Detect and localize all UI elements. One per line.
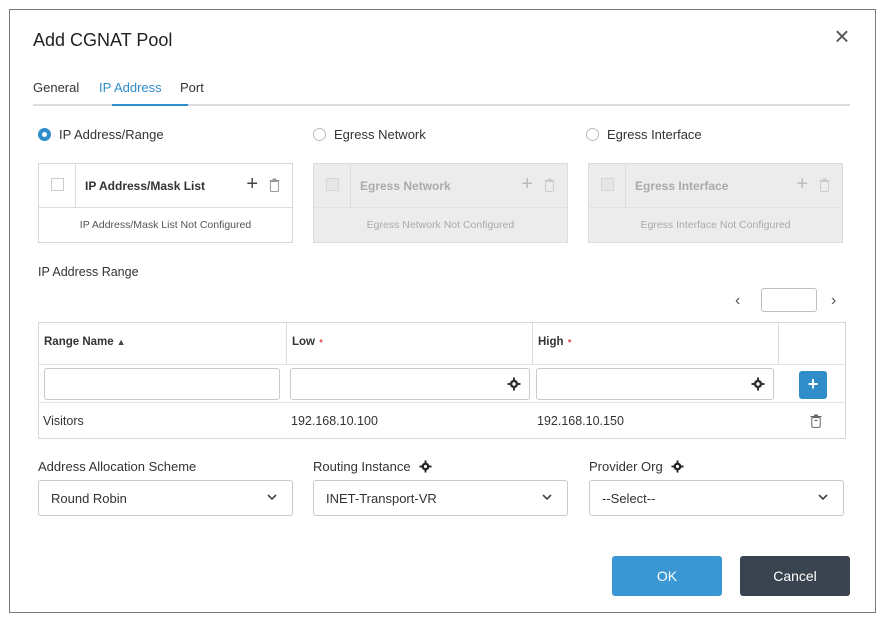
field-label-text: Provider Org <box>589 459 663 474</box>
chevron-down-icon <box>267 494 277 501</box>
gear-icon[interactable] <box>507 377 521 391</box>
radio-egress-interface[interactable]: Egress Interface <box>586 127 702 142</box>
close-icon[interactable]: × <box>830 23 854 49</box>
divider <box>75 164 76 208</box>
gear-icon[interactable] <box>419 460 432 473</box>
trash-icon[interactable] <box>269 178 280 192</box>
pagination: ‹ › <box>735 288 845 314</box>
panel-header-label: IP Address/Mask List <box>85 179 206 193</box>
radio-label: Egress Interface <box>607 127 702 142</box>
high-input[interactable] <box>536 368 774 400</box>
trash-icon <box>544 178 555 192</box>
radio-label: Egress Network <box>334 127 426 142</box>
plus-icon: + <box>796 173 808 195</box>
ip-range-table: Range Name ▲ Low • High • + Visitors 192.16… <box>38 322 846 439</box>
page-number-input[interactable] <box>761 288 817 312</box>
required-marker: • <box>319 336 324 348</box>
column-label: Range Name <box>44 336 114 348</box>
column-header-low: Low • <box>287 323 533 364</box>
radio-unchecked-icon[interactable] <box>313 128 326 141</box>
panel-header: Egress Interface + <box>589 164 842 208</box>
column-label: High <box>538 336 564 348</box>
chevron-down-icon <box>818 494 828 501</box>
trash-icon[interactable] <box>810 414 822 428</box>
radio-unchecked-icon[interactable] <box>586 128 599 141</box>
field-label-text: Address Allocation Scheme <box>38 459 197 474</box>
ip-mask-list-panel: IP Address/Mask List + IP Address/Mask L… <box>38 163 293 243</box>
selected-value: INET-Transport-VR <box>326 491 437 506</box>
range-name-input[interactable] <box>44 368 280 400</box>
tab-port[interactable]: Port <box>180 80 204 95</box>
tab-general[interactable]: General <box>33 80 79 95</box>
radio-egress-network[interactable]: Egress Network <box>313 127 426 142</box>
radio-label: IP Address/Range <box>59 127 164 142</box>
gear-icon[interactable] <box>671 460 684 473</box>
gear-icon[interactable] <box>751 377 765 391</box>
field-label-text: Routing Instance <box>313 459 411 474</box>
radio-ip-address-range[interactable]: IP Address/Range <box>38 127 164 142</box>
table-row[interactable]: Visitors 192.168.10.100 192.168.10.150 <box>39 402 845 439</box>
cancel-button[interactable]: Cancel <box>740 556 850 596</box>
selected-value: --Select-- <box>602 491 656 506</box>
allocation-scheme-label: Address Allocation Scheme <box>38 459 196 474</box>
chevron-down-icon <box>542 494 552 501</box>
empty-message: Egress Interface Not Configured <box>640 219 791 231</box>
chevron-left-icon[interactable]: ‹ <box>735 292 740 310</box>
panel-header-label: Egress Interface <box>635 179 729 193</box>
routing-instance-select[interactable]: INET-Transport-VR <box>313 480 568 516</box>
plus-icon: + <box>521 173 533 195</box>
trash-icon <box>819 178 830 192</box>
select-all-checkbox[interactable] <box>51 178 64 191</box>
divider <box>625 164 626 208</box>
allocation-scheme-select[interactable]: Round Robin <box>38 480 293 516</box>
plus-icon[interactable]: + <box>246 174 258 194</box>
provider-org-select[interactable]: --Select-- <box>589 480 844 516</box>
range-name-cell: Visitors <box>43 414 84 428</box>
required-marker: • <box>567 336 572 348</box>
egress-interface-panel: Egress Interface + Egress Interface Not … <box>588 163 843 243</box>
panel-header: Egress Network + <box>314 164 567 208</box>
ok-button[interactable]: OK <box>612 556 722 596</box>
radio-checked-icon[interactable] <box>38 128 51 141</box>
panel-header-label: Egress Network <box>360 179 451 193</box>
low-input[interactable] <box>290 368 530 400</box>
routing-instance-label: Routing Instance <box>313 459 432 474</box>
sort-asc-icon[interactable]: ▲ <box>117 337 126 347</box>
egress-network-panel: Egress Network + Egress Network Not Conf… <box>313 163 568 243</box>
panel-header: IP Address/Mask List + <box>39 164 292 208</box>
low-cell: 192.168.10.100 <box>291 414 378 428</box>
high-cell: 192.168.10.150 <box>537 414 624 428</box>
tab-ip-address[interactable]: IP Address <box>99 80 162 95</box>
select-all-checkbox <box>601 178 614 191</box>
section-title: IP Address Range <box>38 265 139 279</box>
provider-org-label: Provider Org <box>589 459 684 474</box>
add-cgnat-pool-dialog: Add CGNAT Pool × General IP Address Port… <box>9 9 876 613</box>
selected-value: Round Robin <box>51 491 127 506</box>
empty-message: IP Address/Mask List Not Configured <box>79 219 252 231</box>
active-tab-indicator <box>112 104 188 106</box>
column-label: Low <box>292 336 315 348</box>
column-header-high: High • <box>533 323 779 364</box>
add-range-button[interactable]: + <box>799 371 827 399</box>
select-all-checkbox <box>326 178 339 191</box>
column-header-range-name[interactable]: Range Name ▲ <box>39 323 287 364</box>
divider <box>350 164 351 208</box>
dialog-title: Add CGNAT Pool <box>33 30 173 50</box>
new-row-inputs: + <box>39 364 845 402</box>
tab-bar: General IP Address Port <box>33 78 850 106</box>
chevron-right-icon[interactable]: › <box>831 292 836 310</box>
empty-message: Egress Network Not Configured <box>366 219 515 231</box>
